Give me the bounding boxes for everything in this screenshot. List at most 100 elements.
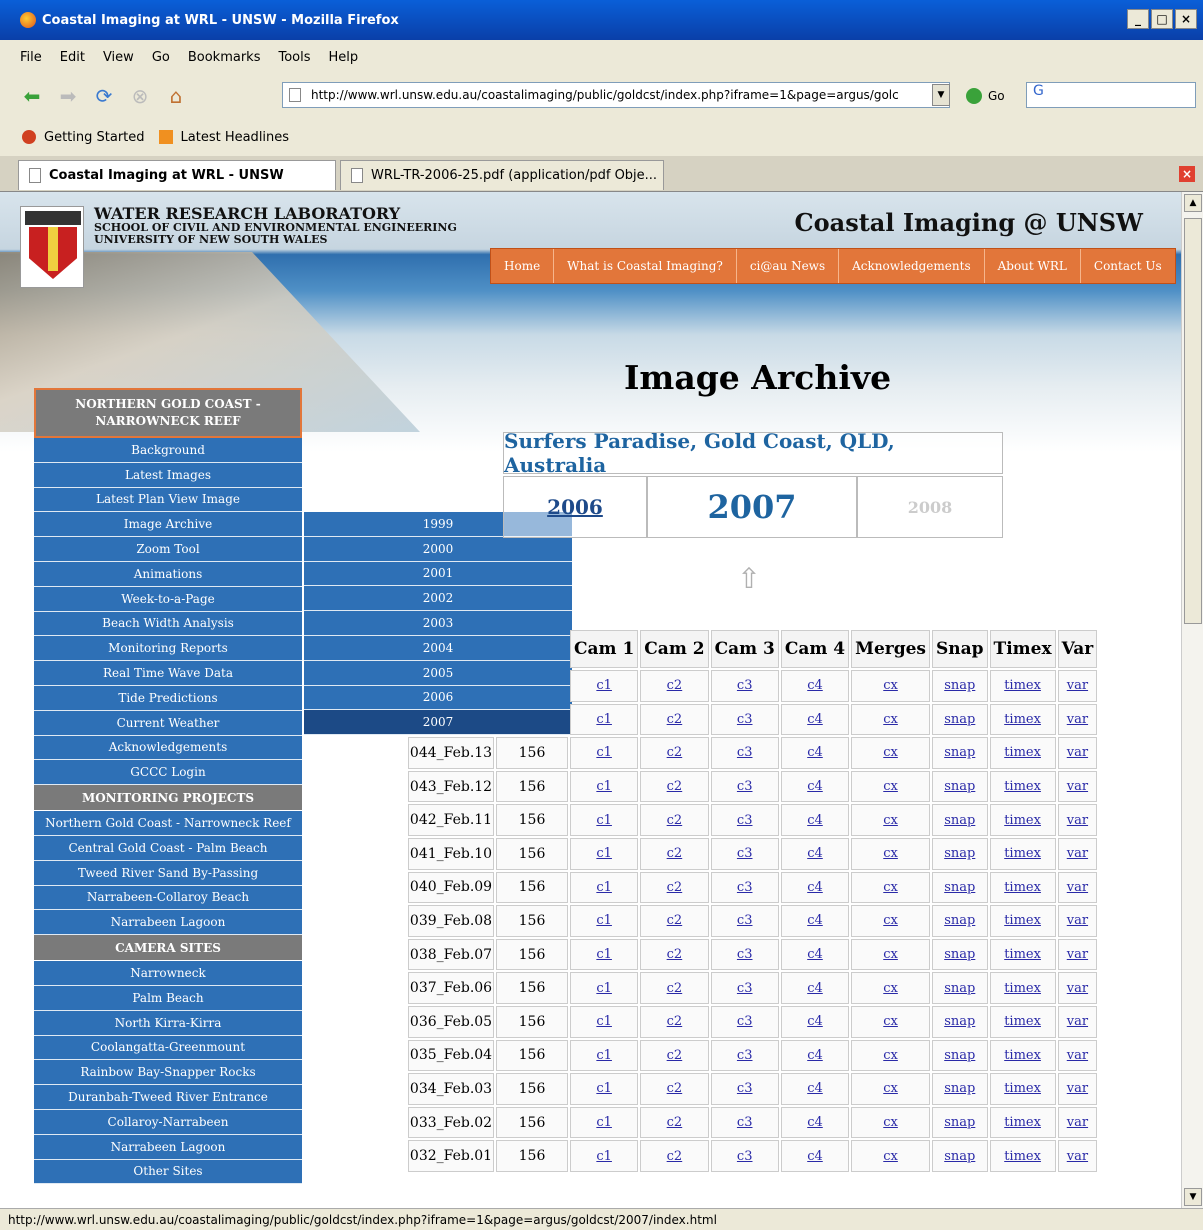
- image-link-var[interactable]: var: [1057, 1140, 1098, 1172]
- sidebar-item[interactable]: Tweed River Sand By-Passing: [34, 860, 302, 886]
- image-link-timex[interactable]: timex: [989, 1005, 1056, 1038]
- tab-coastal-imaging[interactable]: Coastal Imaging at WRL - UNSW: [18, 160, 336, 190]
- nav-acknowledgements[interactable]: Acknowledgements: [838, 249, 983, 283]
- image-link-c3[interactable]: c3: [710, 1106, 779, 1139]
- image-link-snap[interactable]: snap: [932, 905, 988, 937]
- image-link-timex[interactable]: timex: [989, 737, 1056, 769]
- image-link-c3[interactable]: c3: [710, 905, 779, 937]
- menu-tools[interactable]: Tools: [278, 50, 310, 65]
- scroll-down-icon[interactable]: ▼: [1184, 1188, 1202, 1206]
- image-link-var[interactable]: var: [1057, 770, 1098, 803]
- image-link-c1[interactable]: c1: [570, 1073, 639, 1105]
- back-icon[interactable]: ⬅: [18, 82, 46, 110]
- image-link-c1[interactable]: c1: [570, 871, 639, 904]
- image-link-c4[interactable]: c4: [780, 703, 850, 736]
- image-link-c3[interactable]: c3: [710, 1005, 779, 1038]
- go-button[interactable]: Go: [966, 88, 1005, 104]
- image-link-var[interactable]: var: [1057, 703, 1098, 736]
- scroll-thumb[interactable]: [1184, 218, 1202, 624]
- image-link-c1[interactable]: c1: [570, 670, 639, 702]
- menu-go[interactable]: Go: [152, 50, 170, 65]
- bookmark-getting-started[interactable]: Getting Started: [44, 130, 145, 145]
- image-link-c1[interactable]: c1: [570, 1005, 639, 1038]
- sidebar-item[interactable]: Other Sites: [34, 1159, 302, 1185]
- image-link-cx[interactable]: cx: [851, 871, 930, 904]
- image-link-snap[interactable]: snap: [932, 1140, 988, 1172]
- year-menu-item[interactable]: 2000: [304, 536, 572, 562]
- nav-ci-au-news[interactable]: ci@au News: [735, 249, 838, 283]
- image-link-snap[interactable]: snap: [932, 1005, 988, 1038]
- image-link-var[interactable]: var: [1057, 737, 1098, 769]
- sidebar-item[interactable]: Current Weather: [34, 710, 302, 736]
- image-link-c3[interactable]: c3: [710, 737, 779, 769]
- image-link-var[interactable]: var: [1057, 670, 1098, 702]
- bookmark-latest-headlines[interactable]: Latest Headlines: [181, 130, 290, 145]
- image-link-cx[interactable]: cx: [851, 737, 930, 769]
- vertical-scrollbar[interactable]: ▲ ▼: [1181, 192, 1203, 1208]
- image-link-snap[interactable]: snap: [932, 703, 988, 736]
- image-link-c3[interactable]: c3: [710, 972, 779, 1004]
- sidebar-item[interactable]: Zoom Tool: [34, 537, 302, 562]
- image-link-var[interactable]: var: [1057, 1073, 1098, 1105]
- sidebar-item[interactable]: Palm Beach: [34, 985, 302, 1011]
- sidebar-item[interactable]: Narrabeen Lagoon: [34, 910, 302, 936]
- image-link-cx[interactable]: cx: [851, 703, 930, 736]
- image-link-cx[interactable]: cx: [851, 972, 930, 1004]
- image-link-var[interactable]: var: [1057, 905, 1098, 937]
- sidebar-item[interactable]: Narrabeen Lagoon: [34, 1134, 302, 1160]
- image-link-c2[interactable]: c2: [640, 1140, 709, 1172]
- year-menu-item[interactable]: 2002: [304, 586, 572, 612]
- image-link-snap[interactable]: snap: [932, 837, 988, 870]
- image-link-c4[interactable]: c4: [780, 670, 850, 702]
- nav-home[interactable]: Home: [491, 249, 553, 283]
- image-link-c2[interactable]: c2: [640, 737, 709, 769]
- image-link-c4[interactable]: c4: [780, 972, 850, 1004]
- image-link-c3[interactable]: c3: [710, 1073, 779, 1105]
- image-link-c3[interactable]: c3: [710, 938, 779, 971]
- image-link-var[interactable]: var: [1057, 1039, 1098, 1072]
- image-link-var[interactable]: var: [1057, 804, 1098, 836]
- image-link-c4[interactable]: c4: [780, 837, 850, 870]
- image-link-cx[interactable]: cx: [851, 837, 930, 870]
- image-link-snap[interactable]: snap: [932, 804, 988, 836]
- image-link-c4[interactable]: c4: [780, 804, 850, 836]
- sidebar-item[interactable]: Coolangatta-Greenmount: [34, 1035, 302, 1061]
- image-link-c4[interactable]: c4: [780, 1005, 850, 1038]
- sidebar-item[interactable]: Latest Images: [34, 462, 302, 488]
- image-link-timex[interactable]: timex: [989, 938, 1056, 971]
- sidebar-item[interactable]: Narrabeen-Collaroy Beach: [34, 885, 302, 911]
- image-link-cx[interactable]: cx: [851, 770, 930, 803]
- menu-file[interactable]: File: [20, 50, 42, 65]
- sidebar-item[interactable]: Acknowledgements: [34, 735, 302, 761]
- image-link-var[interactable]: var: [1057, 871, 1098, 904]
- image-link-c1[interactable]: c1: [570, 1140, 639, 1172]
- image-link-cx[interactable]: cx: [851, 905, 930, 937]
- image-link-c2[interactable]: c2: [640, 905, 709, 937]
- nav-about-wrl[interactable]: About WRL: [983, 249, 1080, 283]
- image-link-snap[interactable]: snap: [932, 670, 988, 702]
- image-link-c2[interactable]: c2: [640, 1073, 709, 1105]
- image-link-var[interactable]: var: [1057, 837, 1098, 870]
- image-link-c1[interactable]: c1: [570, 703, 639, 736]
- close-window-button[interactable]: ×: [1175, 9, 1197, 29]
- image-link-cx[interactable]: cx: [851, 1073, 930, 1105]
- image-link-c1[interactable]: c1: [570, 905, 639, 937]
- image-link-timex[interactable]: timex: [989, 972, 1056, 1004]
- image-link-cx[interactable]: cx: [851, 1106, 930, 1139]
- nav-contact-us[interactable]: Contact Us: [1079, 249, 1175, 283]
- image-link-timex[interactable]: timex: [989, 871, 1056, 904]
- image-link-snap[interactable]: snap: [932, 972, 988, 1004]
- image-link-timex[interactable]: timex: [989, 1140, 1056, 1172]
- sidebar-item[interactable]: Collaroy-Narrabeen: [34, 1109, 302, 1135]
- reload-icon[interactable]: ⟳: [90, 82, 118, 110]
- forward-icon[interactable]: ➡: [54, 82, 82, 110]
- image-link-c4[interactable]: c4: [780, 871, 850, 904]
- minimize-button[interactable]: _: [1127, 9, 1149, 29]
- year-menu-item[interactable]: 2001: [304, 561, 572, 587]
- image-link-c4[interactable]: c4: [780, 770, 850, 803]
- home-icon[interactable]: ⌂: [162, 82, 190, 110]
- image-link-var[interactable]: var: [1057, 1106, 1098, 1139]
- sidebar-item[interactable]: Week-to-a-Page: [34, 586, 302, 612]
- close-tab-icon[interactable]: ×: [1179, 166, 1195, 182]
- image-link-c4[interactable]: c4: [780, 1039, 850, 1072]
